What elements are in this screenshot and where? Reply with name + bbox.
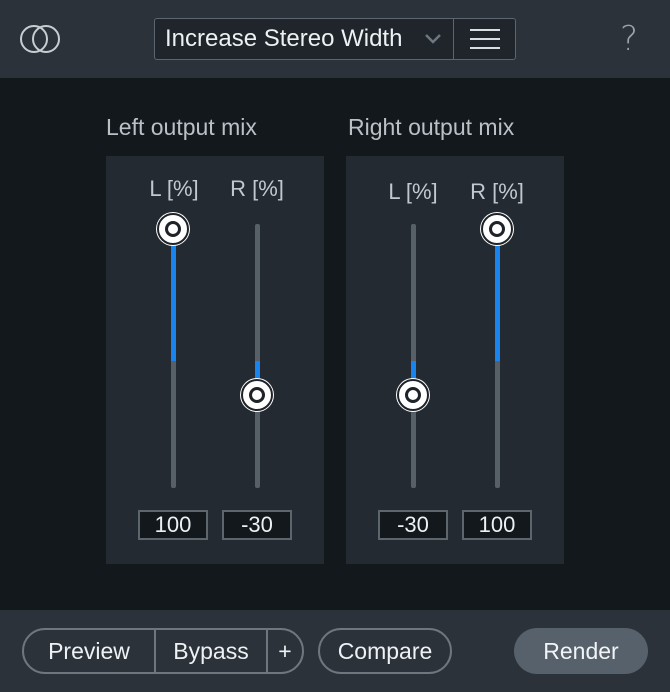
chevron-down-icon[interactable] [421, 31, 445, 47]
add-bypass-button[interactable]: + [268, 630, 302, 672]
bottom-bar: Preview Bypass + Compare Render [0, 610, 670, 692]
right-mix-r-slider-handle[interactable] [481, 213, 513, 245]
left-mix-r-slider-track[interactable] [255, 224, 260, 488]
right-mix-r-label: R [%] [470, 179, 524, 204]
preview-bypass-group: Preview Bypass + [22, 628, 304, 674]
left-output-mix-panel [106, 156, 324, 564]
right-mix-r-slider-fill [495, 229, 500, 361]
right-output-mix-panel [346, 156, 564, 564]
left-mix-r-slider-handle[interactable] [241, 379, 273, 411]
preset-name[interactable]: Increase Stereo Width [155, 19, 453, 59]
left-output-mix-title: Left output mix [106, 114, 257, 140]
left-mix-r-value-field[interactable]: -30 [222, 510, 292, 540]
left-mix-l-slider-handle[interactable] [157, 213, 189, 245]
right-output-mix-title: Right output mix [348, 114, 515, 140]
right-mix-l-slider-track[interactable] [411, 224, 416, 488]
render-button[interactable]: Render [514, 628, 648, 674]
help-button[interactable]: ? [614, 18, 644, 60]
bypass-button[interactable]: Bypass [156, 630, 268, 672]
right-mix-l-label: L [%] [388, 179, 438, 204]
preview-button[interactable]: Preview [24, 630, 156, 672]
top-bar: Increase Stereo Width ? [0, 0, 670, 78]
right-mix-l-value-field[interactable]: -30 [378, 510, 448, 540]
main-area [0, 78, 670, 610]
left-mix-r-label: R [%] [230, 176, 284, 201]
left-mix-l-label: L [%] [149, 176, 199, 201]
preset-selector[interactable]: Increase Stereo Width [154, 18, 516, 60]
right-mix-r-value-field[interactable]: 100 [462, 510, 532, 540]
right-mix-l-slider-handle[interactable] [397, 379, 429, 411]
left-mix-l-slider-fill [171, 229, 176, 361]
compare-button[interactable]: Compare [318, 628, 452, 674]
left-mix-l-value-field[interactable]: 100 [138, 510, 208, 540]
stereo-rings-icon[interactable] [18, 22, 62, 56]
hamburger-menu-icon[interactable] [453, 19, 515, 59]
